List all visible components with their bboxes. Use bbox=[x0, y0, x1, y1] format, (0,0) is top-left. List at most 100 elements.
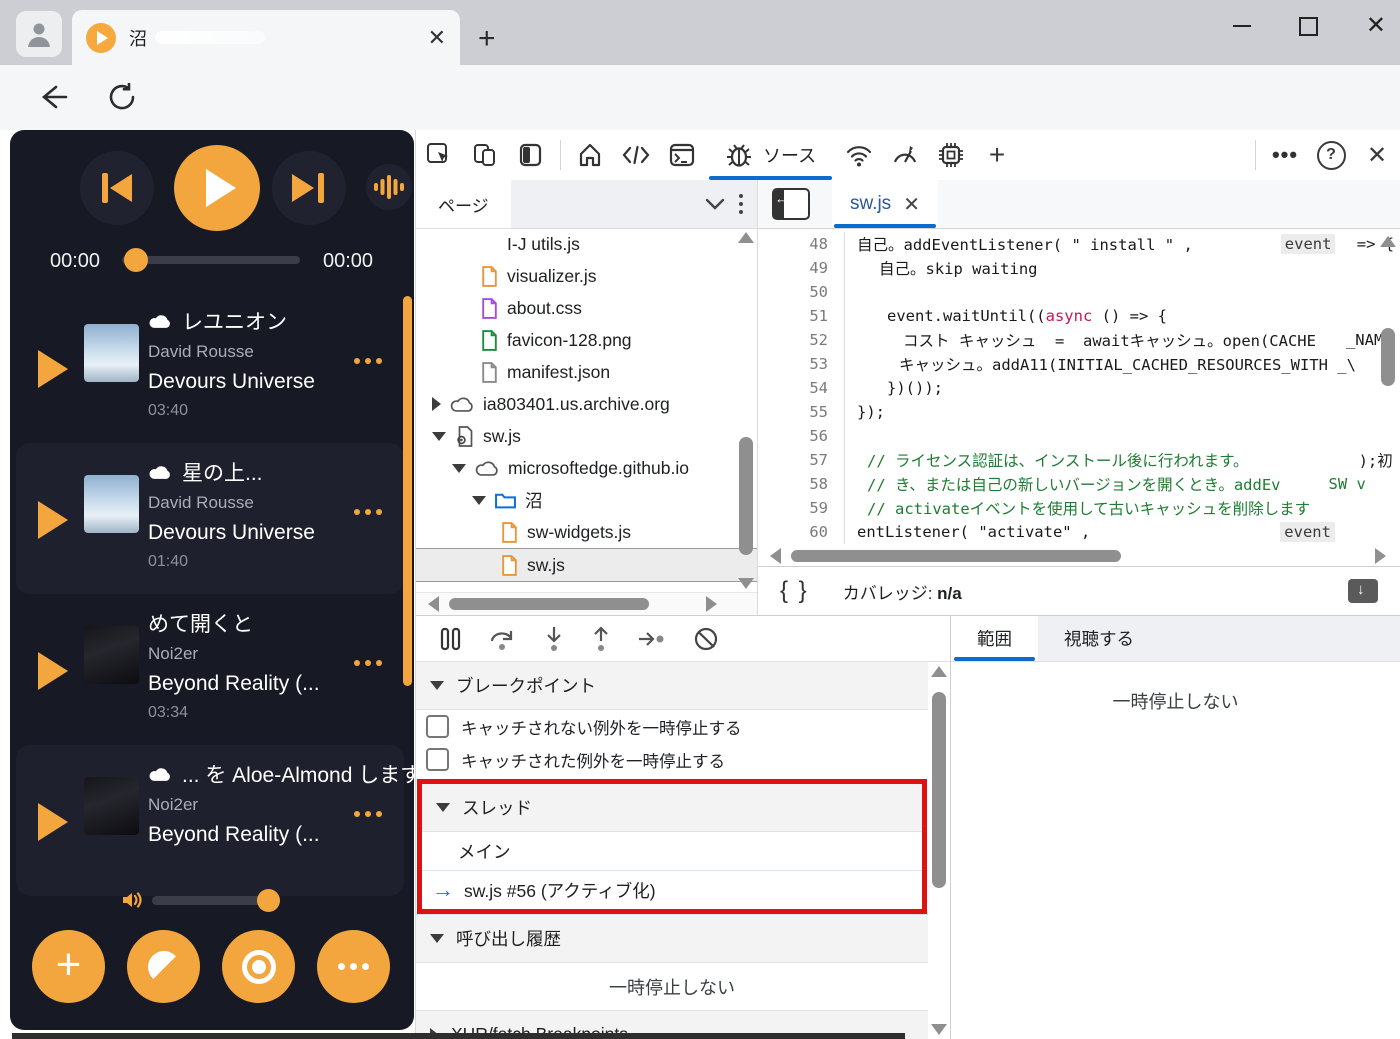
thread-main-row[interactable]: メイン bbox=[422, 832, 922, 871]
tree-expander-icon[interactable] bbox=[432, 397, 441, 411]
tree-expander-icon[interactable] bbox=[432, 432, 446, 441]
code-text[interactable]: entListener( "activate" ,event bbox=[844, 520, 1400, 544]
code-text[interactable]: 自己。skip waiting bbox=[844, 256, 1400, 280]
previous-track-button[interactable] bbox=[80, 151, 154, 225]
thread-swjs-row[interactable]: →sw.js #56 (アクティブ化) bbox=[422, 871, 922, 909]
browser-tab[interactable]: 沼 ✕ bbox=[72, 10, 460, 65]
code-text[interactable]: event.waitUntil((async () => { bbox=[844, 304, 1400, 328]
welcome-tool-button[interactable] bbox=[567, 130, 613, 180]
tree-item-I-J-utils.js[interactable]: I-J utils.js bbox=[416, 228, 757, 260]
tree-expander-icon[interactable] bbox=[472, 496, 486, 505]
new-tab-button[interactable]: + bbox=[478, 22, 496, 56]
pause-button[interactable] bbox=[440, 627, 462, 651]
record-button[interactable] bbox=[222, 930, 295, 1003]
code-text[interactable]: コスト キャッシュ = awaitキャッシュ。open(CACHE_NAME bbox=[844, 328, 1400, 352]
step-into-button[interactable] bbox=[544, 626, 564, 652]
track-item-1[interactable]: レユニオンDavid RousseDevours Universe03:40 bbox=[16, 292, 404, 443]
code-text[interactable]: // activateイベントを使用して古いキャッシュを削除します bbox=[844, 496, 1400, 520]
threads-section-header[interactable]: スレッド bbox=[422, 784, 922, 832]
track-item-2[interactable]: 星の上...David RousseDevours Universe01:40 bbox=[16, 443, 404, 594]
more-tools-button[interactable]: + bbox=[974, 130, 1020, 180]
track-menu-icon[interactable] bbox=[354, 660, 382, 666]
navigator-hscrollbar[interactable] bbox=[416, 592, 757, 615]
checkbox-icon[interactable] bbox=[426, 715, 449, 738]
code-text[interactable]: }); bbox=[844, 400, 1400, 424]
line-number[interactable]: 51 bbox=[758, 307, 844, 325]
line-number[interactable]: 54 bbox=[758, 379, 844, 397]
editor-scrollbar[interactable] bbox=[1380, 236, 1396, 247]
tree-scrollbar[interactable] bbox=[738, 232, 754, 589]
step-over-button[interactable] bbox=[489, 627, 517, 651]
window-minimize-button[interactable] bbox=[1233, 25, 1251, 27]
line-number[interactable]: 56 bbox=[758, 427, 844, 445]
network-tool-button[interactable] bbox=[836, 130, 882, 180]
step-button[interactable] bbox=[638, 628, 666, 650]
line-number[interactable]: 60 bbox=[758, 523, 844, 541]
elements-tool-button[interactable] bbox=[613, 130, 659, 180]
playlist-scrollbar[interactable] bbox=[403, 296, 412, 686]
download-icon[interactable] bbox=[1348, 579, 1378, 603]
tree-item-manifest.json[interactable]: manifest.json bbox=[416, 356, 757, 388]
track-menu-icon[interactable] bbox=[354, 811, 382, 817]
breakpoints-section-header[interactable]: ブレークポイント bbox=[416, 661, 928, 710]
memory-tool-button[interactable] bbox=[928, 130, 974, 180]
volume-thumb[interactable] bbox=[257, 889, 280, 912]
next-track-button[interactable] bbox=[272, 151, 346, 225]
checkbox-icon[interactable] bbox=[426, 748, 449, 771]
editor-hscrollbar[interactable] bbox=[758, 546, 1400, 566]
debugger-scrollbar[interactable] bbox=[931, 666, 947, 1035]
tree-item-sw-widgets.js[interactable]: sw-widgets.js bbox=[416, 516, 757, 548]
line-number[interactable]: 52 bbox=[758, 331, 844, 349]
step-out-button[interactable] bbox=[591, 626, 611, 652]
chevron-down-icon[interactable] bbox=[705, 197, 725, 211]
editor-tab-close-icon[interactable]: ✕ bbox=[903, 192, 920, 217]
track-play-icon[interactable] bbox=[38, 803, 68, 841]
scope-tab-2[interactable]: 視聴する bbox=[1038, 616, 1160, 661]
line-number[interactable]: 58 bbox=[758, 475, 844, 493]
scope-tab-1[interactable]: 範囲 bbox=[951, 616, 1038, 661]
inspect-element-button[interactable] bbox=[416, 130, 462, 180]
code-text[interactable] bbox=[844, 424, 1400, 448]
line-number[interactable]: 57 bbox=[758, 451, 844, 469]
tree-expander-icon[interactable] bbox=[452, 464, 466, 473]
pause-uncaught-checkbox-row[interactable]: キャッチされない例外を一時停止する bbox=[416, 710, 928, 743]
callstack-section-header[interactable]: 呼び出し履歴 bbox=[416, 914, 928, 963]
line-number[interactable]: 48 bbox=[758, 235, 844, 253]
tree-item-sw.js[interactable]: sw.js bbox=[416, 548, 757, 582]
window-maximize-button[interactable] bbox=[1299, 17, 1318, 36]
tree-item--[interactable]: 沼 bbox=[416, 484, 757, 516]
tree-item-about.css[interactable]: about.css bbox=[416, 292, 757, 324]
pause-caught-checkbox-row[interactable]: キャッチされた例外を一時停止する bbox=[416, 743, 928, 776]
performance-tool-button[interactable] bbox=[882, 130, 928, 180]
editor-tab-swjs[interactable]: sw.js ✕ bbox=[832, 180, 938, 228]
add-song-button[interactable]: + bbox=[32, 930, 105, 1003]
track-play-icon[interactable] bbox=[38, 501, 68, 539]
track-menu-icon[interactable] bbox=[354, 509, 382, 515]
code-text[interactable]: // き、または自己の新しいバージョンを開くとき。addEvSW v bbox=[844, 472, 1400, 496]
pretty-print-icon[interactable]: { } bbox=[780, 577, 809, 605]
track-item-3[interactable]: めて開くとNoi2erBeyond Reality (...03:34 bbox=[16, 594, 404, 745]
code-text[interactable]: })()); bbox=[844, 376, 1400, 400]
more-options-button[interactable] bbox=[317, 930, 390, 1003]
hide-navigator-button[interactable] bbox=[772, 188, 810, 220]
tree-item-microsoftedge.github.io[interactable]: microsoftedge.github.io bbox=[416, 452, 757, 484]
volume-slider[interactable] bbox=[152, 896, 274, 905]
code-text[interactable]: キャッシュ。addA11(INITIAL_CACHED_RESOURCES_WI… bbox=[844, 352, 1400, 376]
code-text[interactable]: 自己。addEventListener( " install " ,event … bbox=[844, 232, 1400, 256]
deactivate-breakpoints-button[interactable] bbox=[693, 626, 719, 652]
tree-item-favicon-128.png[interactable]: favicon-128.png bbox=[416, 324, 757, 356]
line-number[interactable]: 53 bbox=[758, 355, 844, 373]
code-editor[interactable]: 48自己。addEventListener( " install " ,even… bbox=[758, 228, 1400, 546]
line-number[interactable]: 49 bbox=[758, 259, 844, 277]
device-emulation-button[interactable] bbox=[462, 130, 508, 180]
track-play-icon[interactable] bbox=[38, 652, 68, 690]
track-play-icon[interactable] bbox=[38, 350, 68, 388]
line-number[interactable]: 55 bbox=[758, 403, 844, 421]
navigator-menu-icon[interactable] bbox=[739, 194, 743, 214]
line-number[interactable]: 50 bbox=[758, 283, 844, 301]
page-tab[interactable]: ページ bbox=[416, 180, 511, 228]
sources-tool-tab[interactable]: ソース bbox=[705, 130, 836, 180]
console-tool-button[interactable] bbox=[659, 130, 705, 180]
code-text[interactable] bbox=[844, 280, 1400, 304]
tree-item-ia803401.us.archive.org[interactable]: ia803401.us.archive.org bbox=[416, 388, 757, 420]
